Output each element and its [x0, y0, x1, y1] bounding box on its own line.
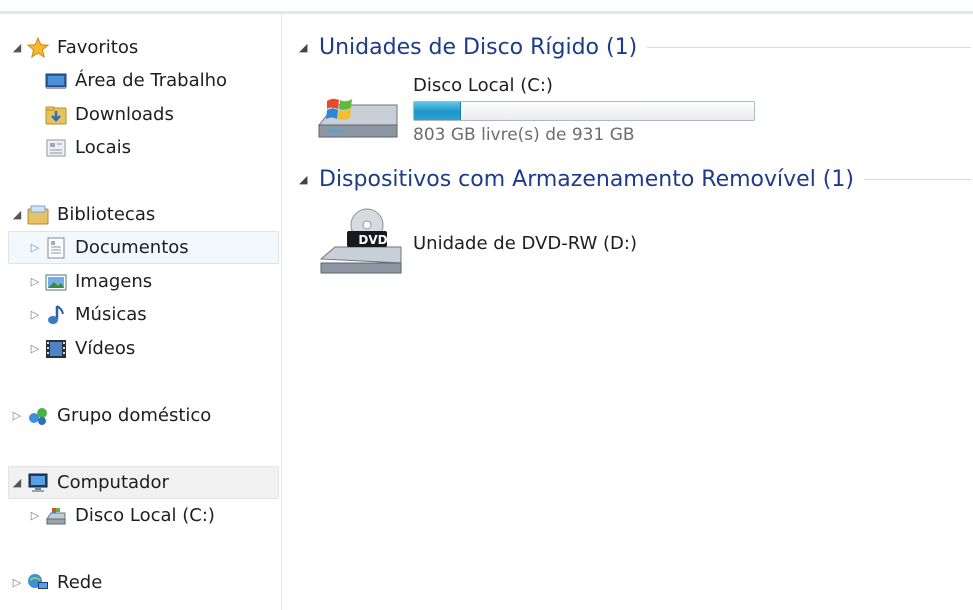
documents-icon — [45, 237, 67, 259]
videos-icon — [45, 338, 67, 360]
group-title-removable: Dispositivos com Armazenamento Removível… — [319, 166, 854, 192]
nav-pictures[interactable]: ▷ Imagens — [8, 265, 278, 298]
hard-disk-icon — [313, 91, 401, 147]
nav-music[interactable]: ▷ Músicas — [8, 298, 278, 331]
drive-free-space: 803 GB livre(s) de 931 GB — [413, 125, 635, 145]
local-disk-icon — [45, 505, 67, 527]
group-title-hard-drives: Unidades de Disco Rígido (1) — [319, 34, 638, 60]
expand-arrow-icon[interactable]: ◢ — [9, 466, 25, 499]
nav-videos[interactable]: ▷ Vídeos — [8, 332, 278, 365]
favorites-star-icon — [26, 36, 50, 59]
toolbar-edge — [0, 0, 973, 14]
drive-usage-bar-fill — [414, 102, 461, 120]
recent-places-icon — [45, 137, 67, 159]
collapse-arrow-icon[interactable]: ◢ — [299, 41, 319, 54]
homegroup-icon — [27, 405, 49, 427]
nav-homegroup[interactable]: ▷ Grupo doméstico — [8, 399, 278, 432]
group-header-hard-drives[interactable]: ◢ Unidades de Disco Rígido (1) — [299, 31, 971, 63]
nav-pictures-label: Imagens — [75, 271, 153, 292]
network-icon — [27, 572, 49, 594]
expand-arrow-icon[interactable]: ◢ — [9, 31, 25, 64]
content-pane: ◢ Unidades de Disco Rígido (1) Disco Loc… — [283, 17, 973, 610]
nav-desktop[interactable]: Área de Trabalho — [26, 64, 278, 97]
nav-favorites-label: Favoritos — [57, 37, 139, 58]
nav-homegroup-label: Grupo doméstico — [57, 405, 212, 426]
expand-arrow-icon[interactable]: ▷ — [9, 399, 25, 432]
nav-recent-places[interactable]: Locais — [26, 131, 278, 164]
nav-network-label: Rede — [57, 572, 103, 593]
music-icon — [45, 304, 67, 326]
downloads-folder-icon — [45, 104, 67, 126]
nav-computer-label: Computador — [57, 472, 169, 493]
expand-arrow-icon[interactable]: ◢ — [9, 198, 25, 231]
nav-videos-label: Vídeos — [75, 338, 136, 359]
collapse-arrow-icon[interactable]: ◢ — [299, 173, 319, 186]
nav-downloads-label: Downloads — [75, 104, 174, 125]
nav-favorites[interactable]: ◢ Favoritos — [8, 31, 278, 64]
expand-arrow-icon[interactable]: ▷ — [27, 231, 43, 264]
libraries-icon — [27, 204, 49, 226]
expand-arrow-icon[interactable]: ▷ — [9, 566, 25, 599]
nav-local-disk-label: Disco Local (C:) — [75, 505, 215, 526]
nav-downloads[interactable]: Downloads — [26, 98, 278, 131]
dvd-label: DVD — [358, 233, 388, 247]
group-divider — [863, 178, 971, 180]
nav-computer[interactable]: ◢ Computador — [8, 466, 279, 499]
group-header-removable[interactable]: ◢ Dispositivos com Armazenamento Removív… — [299, 163, 971, 195]
navigation-pane: ◢ Favoritos Área de Trabalho Downloads L… — [0, 14, 282, 610]
computer-icon — [27, 472, 49, 494]
drive-usage-bar — [413, 101, 755, 121]
drive-name: Disco Local (C:) — [413, 75, 553, 96]
expand-arrow-icon[interactable]: ▷ — [27, 499, 43, 532]
nav-network[interactable]: ▷ Rede — [8, 566, 278, 599]
expand-arrow-icon[interactable]: ▷ — [27, 298, 43, 331]
nav-recent-places-label: Locais — [75, 137, 132, 158]
drive-item-dvd[interactable]: DVD Unidade de DVD-RW (D:) — [313, 207, 773, 282]
desktop-icon — [45, 70, 67, 92]
pictures-icon — [45, 271, 67, 293]
group-divider — [647, 46, 971, 48]
nav-desktop-label: Área de Trabalho — [75, 70, 228, 91]
nav-documents-label: Documentos — [75, 237, 189, 258]
dvd-drive-name: Unidade de DVD-RW (D:) — [413, 233, 637, 254]
nav-libraries-label: Bibliotecas — [57, 204, 156, 225]
nav-local-disk[interactable]: ▷ Disco Local (C:) — [8, 499, 278, 532]
expand-arrow-icon[interactable]: ▷ — [27, 332, 43, 365]
nav-music-label: Músicas — [75, 304, 147, 325]
expand-arrow-icon[interactable]: ▷ — [27, 265, 43, 298]
nav-documents[interactable]: ▷ Documentos — [8, 231, 279, 264]
drive-item-local-disk[interactable]: Disco Local (C:) 803 GB livre(s) de 931 … — [313, 73, 773, 153]
nav-libraries[interactable]: ◢ Bibliotecas — [8, 198, 278, 231]
